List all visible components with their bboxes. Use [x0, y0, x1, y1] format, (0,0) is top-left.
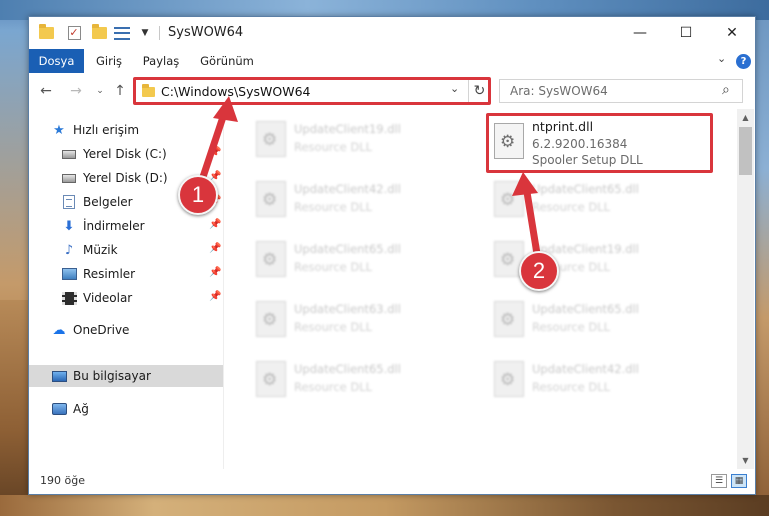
step-badge-2: 2 — [519, 251, 559, 291]
arrow-2-head — [512, 172, 538, 196]
annotation-arrows — [196, 96, 542, 264]
step-badge-1: 1 — [178, 175, 218, 215]
arrow-2-shaft — [522, 182, 542, 264]
arrow-1-head — [213, 96, 238, 122]
arrow-1-shaft — [196, 104, 230, 190]
